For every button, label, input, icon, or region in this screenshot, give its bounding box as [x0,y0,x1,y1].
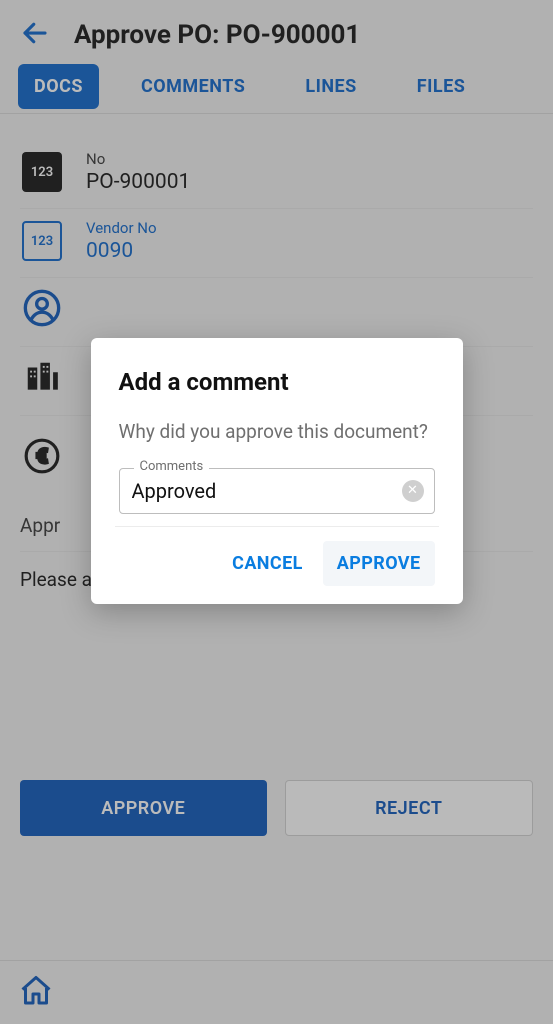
comments-input[interactable] [132,479,394,503]
dialog-divider [115,526,439,527]
dialog-actions: CANCEL APPROVE [119,541,435,586]
dialog-cancel-button[interactable]: CANCEL [218,541,317,586]
dialog-prompt: Why did you approve this document? [119,418,435,446]
dialog-approve-button[interactable]: APPROVE [323,541,435,586]
clear-input-icon[interactable]: ✕ [402,480,424,502]
add-comment-dialog: Add a comment Why did you approve this d… [91,338,463,604]
dialog-title: Add a comment [119,368,435,396]
comments-field[interactable]: Comments ✕ [119,468,435,514]
app-screen: Approve PO: PO-900001 DOCS COMMENTS LINE… [0,0,553,1024]
comments-field-label: Comments [134,459,210,474]
